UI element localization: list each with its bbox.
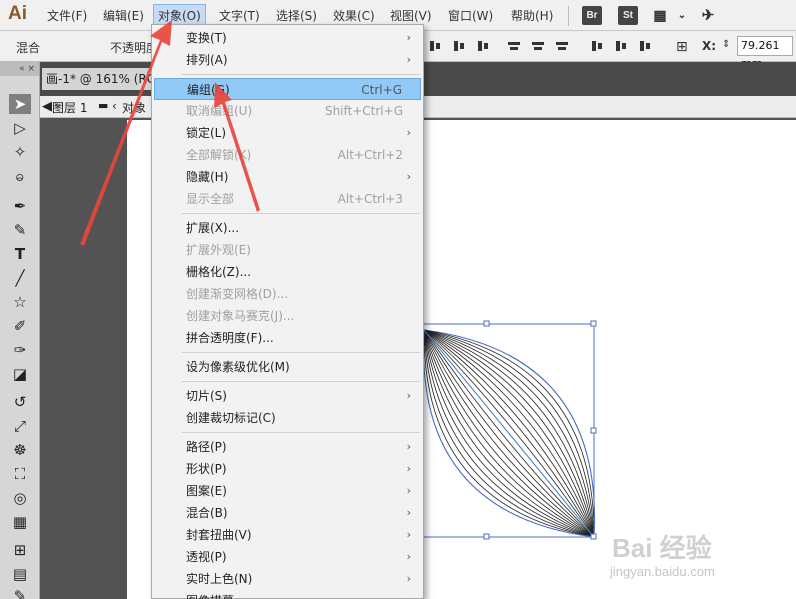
- x-position-field[interactable]: 79.261 mm: [737, 36, 793, 70]
- menu-item-arrange[interactable]: 排列(A) ›: [154, 49, 421, 71]
- breadcrumb-separator: ‹: [112, 99, 117, 113]
- bridge-icon[interactable]: Br: [582, 6, 602, 25]
- menu-item-rasterize[interactable]: 栅格化(Z)...: [154, 261, 421, 283]
- distribute-icon[interactable]: [638, 40, 652, 52]
- mesh-tool-icon[interactable]: ⊞: [9, 540, 31, 560]
- free-transform-tool-icon[interactable]: ⛶: [9, 464, 31, 484]
- lasso-tool-icon[interactable]: ဓ: [9, 166, 31, 186]
- back-arrow-icon[interactable]: ◀: [42, 99, 52, 114]
- menu-item-slice[interactable]: 切片(S) ›: [154, 385, 421, 407]
- baidu-watermark: Bai 经验 jingyan.baidu.com: [610, 528, 790, 588]
- menu-separator: [182, 74, 420, 75]
- menu-separator: [182, 381, 420, 382]
- menu-item-path[interactable]: 路径(P) ›: [154, 436, 421, 458]
- menu-item-pattern[interactable]: 图案(E) ›: [154, 480, 421, 502]
- paintbrush-tool-icon[interactable]: ✐: [9, 316, 31, 336]
- eyedropper-tool-icon[interactable]: ✎: [9, 586, 31, 599]
- scale-tool-icon[interactable]: ⤢: [9, 416, 31, 436]
- menu-item-group[interactable]: 编组(G) Ctrl+G: [154, 78, 421, 100]
- menu-separator: [182, 432, 420, 433]
- stock-icon[interactable]: St: [618, 6, 638, 25]
- menu-edit[interactable]: 编辑(E): [103, 7, 144, 24]
- menu-item-show-all[interactable]: 显示全部 Alt+Ctrl+3: [154, 188, 421, 210]
- menu-item-envelope-distort[interactable]: 封套扭曲(V) ›: [154, 524, 421, 546]
- menu-file[interactable]: 文件(F): [47, 7, 87, 24]
- eraser-tool-icon[interactable]: ◪: [9, 364, 31, 384]
- menu-window[interactable]: 窗口(W): [448, 7, 493, 24]
- menu-effect[interactable]: 效果(C): [333, 7, 375, 24]
- menu-item-hide[interactable]: 隐藏(H) ›: [154, 166, 421, 188]
- menu-item-unlock-all[interactable]: 全部解锁(K) Alt+Ctrl+2: [154, 144, 421, 166]
- curvature-tool-icon[interactable]: ✎: [9, 220, 31, 240]
- menu-item-create-trim-marks[interactable]: 创建裁切标记(C): [154, 407, 421, 429]
- menu-item-live-paint[interactable]: 实时上色(N) ›: [154, 568, 421, 590]
- menu-type[interactable]: 文字(T): [219, 7, 260, 24]
- document-tab[interactable]: 画-1* @ 161% (RGB: [42, 68, 152, 90]
- type-tool-icon[interactable]: T: [9, 244, 31, 264]
- perspective-grid-tool-icon[interactable]: ▦: [9, 512, 31, 532]
- watermark-text: Bai 经验: [612, 533, 712, 563]
- menu-item-ungroup[interactable]: 取消编组(U) Shift+Ctrl+G: [154, 100, 421, 122]
- menu-item-shape[interactable]: 形状(P) ›: [154, 458, 421, 480]
- star-tool-icon[interactable]: ☆: [9, 292, 31, 312]
- menu-item-expand-appearance[interactable]: 扩展外观(E): [154, 239, 421, 261]
- menu-item-transform[interactable]: 变换(T) ›: [154, 27, 421, 49]
- tools-panel: « × ➤ ▷ ✧ ဓ ✒ ✎ T ╱ ☆ ✐ ✑ ◪ ↺ ⤢ ☸ ⛶ ◎ ▦ …: [0, 62, 40, 599]
- shape-builder-tool-icon[interactable]: ◎: [9, 488, 31, 508]
- menu-item-perspective[interactable]: 透视(P) ›: [154, 546, 421, 568]
- menu-select[interactable]: 选择(S): [276, 7, 317, 24]
- menu-item-pixel-perfect[interactable]: 设为像素级优化(M): [154, 356, 421, 378]
- align-icon[interactable]: [555, 40, 569, 52]
- watermark-url: jingyan.baidu.com: [610, 564, 715, 579]
- direct-selection-tool-icon[interactable]: ▷: [9, 118, 31, 138]
- menu-item-create-object-mosaic[interactable]: 创建对象马赛克(J)...: [154, 305, 421, 327]
- menu-item-flatten-transparency[interactable]: 拼合透明度(F)...: [154, 327, 421, 349]
- transform-grid-icon[interactable]: ⊞: [676, 39, 688, 55]
- distribute-icon[interactable]: [590, 40, 604, 52]
- menu-item-lock[interactable]: 锁定(L) ›: [154, 122, 421, 144]
- menu-item-create-gradient-mesh[interactable]: 创建渐变网格(D)...: [154, 283, 421, 305]
- distribute-icon[interactable]: [614, 40, 628, 52]
- menu-view[interactable]: 视图(V): [390, 7, 432, 24]
- breadcrumb-layer[interactable]: 图层 1: [52, 99, 87, 116]
- separator: [568, 6, 569, 26]
- align-icon[interactable]: [531, 40, 545, 52]
- magic-wand-tool-icon[interactable]: ✧: [9, 142, 31, 162]
- workspace-grid-icon[interactable]: ▦: [650, 6, 670, 25]
- blend-label: 混合: [16, 41, 41, 55]
- x-label: X:: [702, 39, 717, 53]
- chevron-down-icon[interactable]: ⌄: [672, 6, 692, 25]
- stepper-icon[interactable]: ⇕: [722, 39, 730, 50]
- align-icon[interactable]: [476, 40, 490, 52]
- menu-item-blend[interactable]: 混合(B) ›: [154, 502, 421, 524]
- align-icon[interactable]: [428, 40, 442, 52]
- app-logo: Ai: [8, 3, 27, 24]
- breadcrumb-object[interactable]: 对象: [122, 99, 146, 116]
- rotate-tool-icon[interactable]: ↺: [9, 392, 31, 412]
- menu-item-image-trace[interactable]: 图像描摹›: [154, 590, 421, 599]
- object-menu-dropdown: 变换(T) › 排列(A) › 编组(G) Ctrl+G 取消编组(U) Shift+C…: [151, 24, 424, 599]
- tools-panel-header[interactable]: « ×: [0, 62, 39, 76]
- menu-help[interactable]: 帮助(H): [511, 7, 553, 24]
- menu-item-expand[interactable]: 扩展(X)...: [154, 217, 421, 239]
- folder-icon: ▬: [98, 99, 109, 112]
- align-icon[interactable]: [452, 40, 466, 52]
- warp-tool-icon[interactable]: ☸: [9, 440, 31, 460]
- menu-separator: [182, 352, 420, 353]
- blob-brush-tool-icon[interactable]: ✑: [9, 340, 31, 360]
- gradient-tool-icon[interactable]: ▤: [9, 564, 31, 584]
- pen-tool-icon[interactable]: ✒: [9, 196, 31, 216]
- selection-tool-icon[interactable]: ➤: [9, 94, 31, 114]
- rocket-icon[interactable]: ✈: [698, 6, 718, 25]
- line-tool-icon[interactable]: ╱: [9, 268, 31, 288]
- menu-separator: [182, 213, 420, 214]
- align-icon[interactable]: [507, 40, 521, 52]
